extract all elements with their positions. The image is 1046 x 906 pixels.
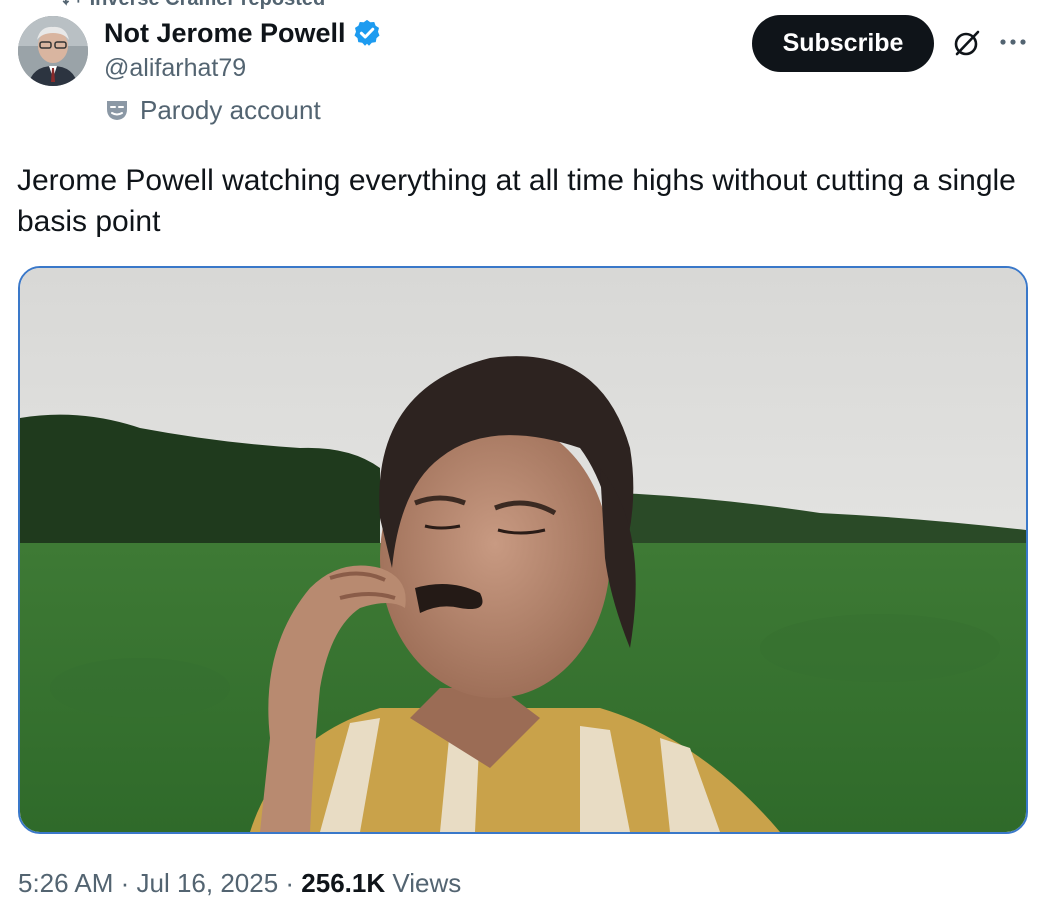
mask-icon [107, 101, 127, 120]
subscribe-button[interactable]: Subscribe [752, 15, 934, 72]
tweet-text: Jerome Powell watching everything at all… [17, 164, 1016, 238]
views-label: Views [385, 868, 462, 898]
author-display-name: Not Jerome Powell [104, 18, 346, 48]
meta-separator: · [113, 868, 137, 898]
repost-label: Inverse Cramer reposted [90, 0, 326, 10]
tweet-date[interactable]: Jul 16, 2025 [137, 868, 279, 898]
tweet-media[interactable] [18, 266, 1028, 834]
avatar[interactable] [18, 16, 88, 86]
repost-indicator[interactable]: Inverse Cramer reposted [62, 0, 325, 10]
tweet-time[interactable]: 5:26 AM [18, 868, 113, 898]
more-icon[interactable] [998, 30, 1028, 54]
avatar-image [18, 16, 88, 86]
parody-label: Parody account [104, 94, 321, 126]
author-name[interactable]: Not Jerome Powell [104, 16, 382, 50]
parody-label-text: Parody account [140, 95, 321, 125]
verified-badge-icon[interactable] [352, 18, 382, 48]
author-handle[interactable]: @alifarhat79 [104, 53, 246, 83]
media-image [20, 268, 1026, 832]
grok-icon[interactable] [951, 27, 983, 59]
meta-separator: · [278, 868, 302, 898]
views-count[interactable]: 256.1K [301, 868, 385, 898]
tweet-meta: 5:26 AM · Jul 16, 2025 · 256.1K Views [18, 866, 461, 900]
repost-icon [62, 0, 80, 6]
